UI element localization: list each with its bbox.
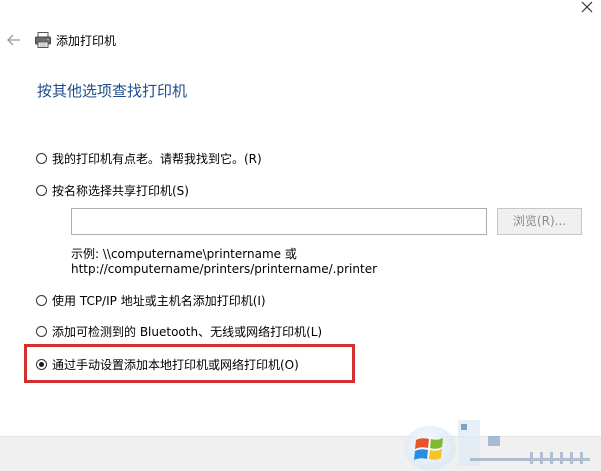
example-text-line2: http://computername/printers/printername… [71, 262, 378, 276]
window-title: 添加打印机 [56, 34, 117, 48]
dialog-titlebar: 添加打印机 [0, 28, 601, 52]
radio-label: 使用 TCP/IP 地址或主机名添加打印机(I) [52, 293, 266, 308]
radio-button[interactable] [36, 325, 47, 337]
highlight-annotation-box [24, 344, 355, 383]
browse-button[interactable]: 浏览(R)... [497, 208, 582, 235]
radio-option-shared-by-name[interactable]: 按名称选择共享打印机(S) [36, 181, 189, 199]
radio-button[interactable] [36, 184, 47, 196]
radio-option-tcpip[interactable]: 使用 TCP/IP 地址或主机名添加打印机(I) [36, 291, 266, 309]
radio-button[interactable] [36, 294, 47, 306]
example-text-line1: 示例: \\computername\printername 或 [71, 247, 297, 261]
windows-logo-icon [404, 420, 590, 470]
radio-label: 添加可检测到的 Bluetooth、无线或网络打印机(L) [52, 324, 323, 339]
add-printer-dialog: 添加打印机 按其他选项查找打印机 我的打印机有点老。请帮我找到它。(R) 按名称… [0, 0, 601, 471]
radio-option-printer-old[interactable]: 我的打印机有点老。请帮我找到它。(R) [36, 149, 262, 167]
radio-label: 我的打印机有点老。请帮我找到它。(R) [52, 151, 262, 166]
shared-printer-name-input[interactable] [71, 208, 487, 235]
printer-icon [35, 32, 51, 48]
radio-option-bluetooth-wireless[interactable]: 添加可检测到的 Bluetooth、无线或网络打印机(L) [36, 322, 322, 340]
radio-button[interactable] [36, 152, 47, 164]
close-icon[interactable] [578, 0, 598, 16]
radio-label: 按名称选择共享打印机(S) [52, 183, 189, 198]
page-title: 按其他选项查找打印机 [37, 82, 188, 100]
back-arrow-icon[interactable] [6, 32, 22, 48]
